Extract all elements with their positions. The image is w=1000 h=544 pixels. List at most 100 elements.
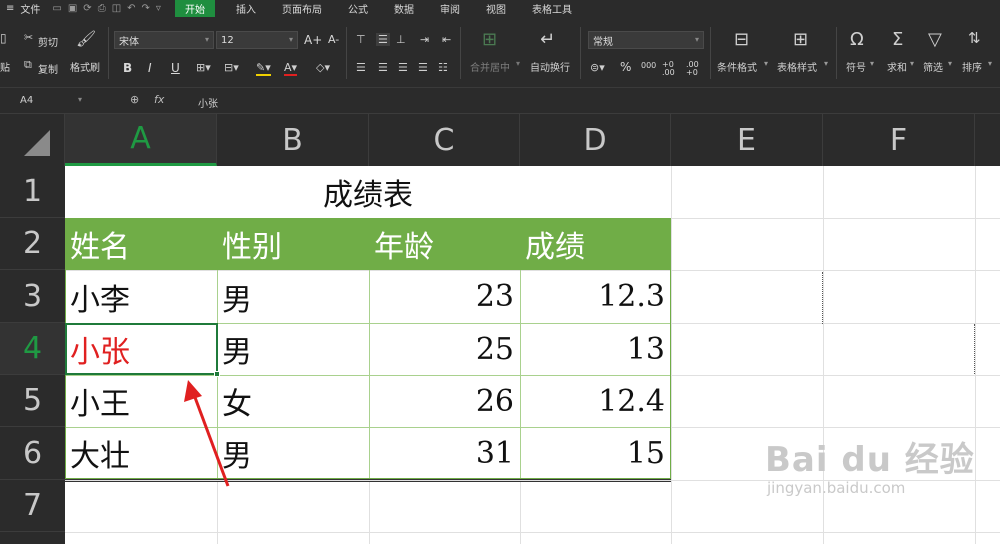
column-header-d[interactable]: D [520,114,671,166]
align-top-icon[interactable]: ⊤ [356,33,366,46]
copy-button[interactable]: 复制 [38,61,58,76]
sort-icon[interactable]: ⇅ [968,29,981,47]
formula-input[interactable]: 小张 [198,95,218,110]
cell-age[interactable]: 23 [369,270,520,323]
borders-icon[interactable]: ⊞▾ [196,61,211,74]
header-score[interactable]: 成绩 [520,218,671,270]
open-icon[interactable]: ▭ [52,3,61,14]
row-header-5[interactable]: 5 [0,375,65,427]
wrap-text-icon[interactable]: ↵ [540,29,555,50]
header-name[interactable]: 姓名 [65,218,217,270]
column-header-g[interactable] [975,114,1000,166]
row-header-2[interactable]: 2 [0,218,65,270]
select-all-corner[interactable] [0,114,65,166]
symbol-icon[interactable]: Ω [850,29,864,50]
sum-icon[interactable]: Σ [892,29,903,50]
more-dropdown-icon[interactable]: ▿ [156,3,161,14]
cell-gender[interactable]: 男 [217,427,369,479]
chevron-down-icon[interactable]: ▾ [910,59,914,68]
align-bottom-icon[interactable]: ⊥ [396,33,406,46]
chevron-down-icon[interactable]: ▾ [516,59,520,68]
format-painter-button[interactable]: 格式刷 [70,59,100,74]
filter-icon[interactable]: ▽ [928,29,942,50]
symbol-button[interactable]: 符号 [846,59,866,74]
print-preview-icon[interactable]: ◫ [112,3,121,14]
tab-formulas[interactable]: 公式 [335,1,381,16]
conditional-format-icon[interactable]: ⊟ [734,29,749,50]
chevron-down-icon[interactable]: ▾ [948,59,952,68]
row-header-8[interactable] [0,532,65,544]
cell-gender[interactable]: 男 [217,323,369,375]
column-header-c[interactable]: C [369,114,520,166]
cell-name[interactable]: 小李 [65,270,217,323]
share-icon[interactable]: ⟳ [83,3,91,14]
column-header-a[interactable]: A [65,114,217,166]
cell-age[interactable]: 26 [369,375,520,427]
undo-icon[interactable]: ↶ [127,3,135,14]
chevron-down-icon[interactable]: ▾ [870,59,874,68]
tab-data[interactable]: 数据 [381,1,427,16]
tab-review[interactable]: 审阅 [427,1,473,16]
header-gender[interactable]: 性别 [217,218,369,270]
table-style-button[interactable]: 表格样式 [777,59,817,74]
chevron-down-icon[interactable]: ▾ [78,95,82,104]
paste-icon[interactable]: ▯ [0,31,7,45]
paste-button[interactable]: 贴 [0,59,10,74]
merge-center-button[interactable]: 合并居中 [470,59,510,74]
cell-score[interactable]: 12.3 [520,270,671,323]
chevron-down-icon[interactable]: ▾ [824,59,828,68]
align-right-icon[interactable]: ☰ [398,61,408,74]
wrap-text-button[interactable]: 自动换行 [530,59,570,74]
chevron-down-icon[interactable]: ▾ [988,59,992,68]
justify-icon[interactable]: ☰ [418,61,428,74]
fill-handle[interactable] [214,371,220,377]
font-name-select[interactable]: 宋体 ▾ [114,31,214,49]
cell-fill-icon[interactable]: ⊟▾ [224,61,239,74]
table-style-icon[interactable]: ⊞ [793,29,808,50]
cell-age[interactable]: 25 [369,323,520,375]
cell-score[interactable]: 12.4 [520,375,671,427]
cell-score[interactable]: 13 [520,323,671,375]
save-icon[interactable]: ▣ [68,3,77,14]
align-left-icon[interactable]: ☰ [356,61,366,74]
number-format-select[interactable]: 常规 ▾ [588,31,704,49]
cut-button[interactable]: 剪切 [38,34,58,49]
chevron-down-icon[interactable]: ▾ [764,59,768,68]
row-header-4[interactable]: 4 [0,323,65,375]
font-color-icon[interactable]: A▾ [284,61,298,76]
cell-age[interactable]: 31 [369,427,520,479]
decimal-increase-button[interactable]: +0 .00 [662,61,678,77]
thousands-button[interactable]: 000 [641,61,656,70]
currency-icon[interactable]: ⊜▾ [590,61,605,74]
column-header-f[interactable]: F [823,114,975,166]
redo-icon[interactable]: ↷ [142,3,150,14]
name-box[interactable]: A4 [20,95,33,106]
cell-score[interactable]: 15 [520,427,671,479]
align-middle-icon[interactable]: ☰ [376,33,390,46]
column-header-b[interactable]: B [217,114,369,166]
menu-file[interactable]: 文件 [20,1,46,16]
fx-icon[interactable]: fx [154,93,164,106]
indent-increase-icon[interactable]: ⇥ [420,33,429,46]
percent-button[interactable]: % [620,60,631,74]
merge-center-icon[interactable]: ⊞ [482,29,497,50]
underline-button[interactable]: U [171,61,180,75]
tab-home[interactable]: 开始 [174,0,215,17]
cut-icon[interactable]: ✂ [24,31,33,44]
indent-decrease-icon[interactable]: ⇤ [442,33,451,46]
row-header-6[interactable]: 6 [0,427,65,480]
cell-gender[interactable]: 女 [217,375,369,427]
font-grow-button[interactable]: A+ [304,33,322,47]
row-header-3[interactable]: 3 [0,270,65,323]
sum-button[interactable]: 求和 [887,59,907,74]
row-header-1[interactable]: 1 [0,166,65,218]
font-shrink-button[interactable]: A- [328,33,339,46]
worksheet[interactable]: 成绩表 姓名 性别 年龄 成绩 小李 男 23 12.3 小张 男 25 13 … [65,166,1000,544]
row-header-7[interactable]: 7 [0,480,65,532]
filter-button[interactable]: 筛选 [923,59,943,74]
tab-view[interactable]: 视图 [473,1,519,16]
sort-button[interactable]: 排序 [962,59,982,74]
tab-insert[interactable]: 插入 [223,1,269,16]
print-icon[interactable]: ⎙ [98,3,106,14]
format-painter-icon[interactable]: 🖌 [76,29,96,48]
